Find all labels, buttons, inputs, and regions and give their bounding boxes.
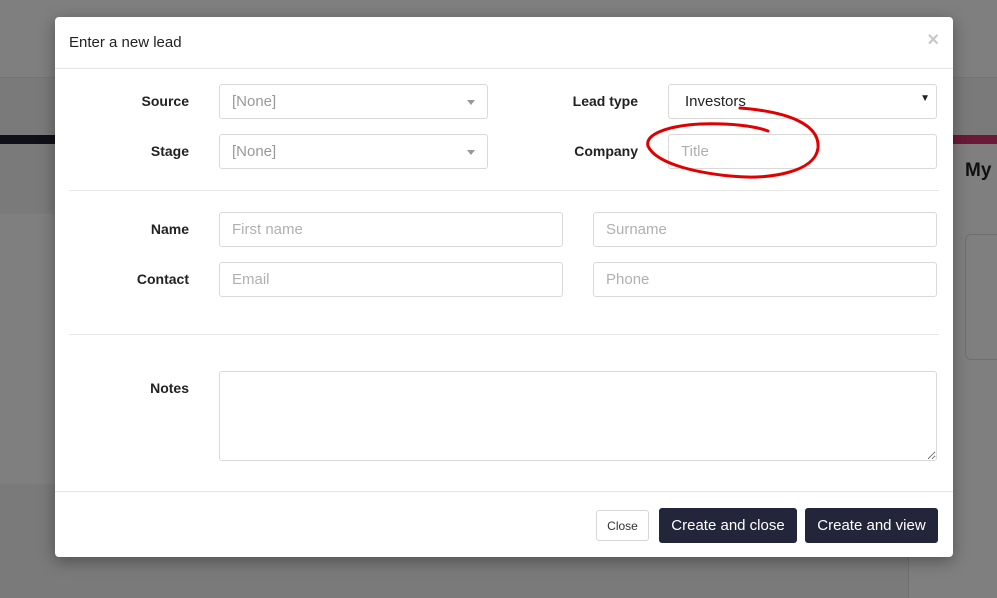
create-and-view-button[interactable]: Create and view xyxy=(805,508,938,543)
lead-type-select[interactable]: Investors ▼ xyxy=(668,84,937,119)
surname-input[interactable] xyxy=(593,212,937,247)
source-label: Source xyxy=(141,93,189,109)
source-select[interactable]: [None] xyxy=(219,84,488,119)
lead-type-label: Lead type xyxy=(572,93,638,109)
chevron-down-icon xyxy=(467,100,475,105)
company-label: Company xyxy=(574,143,638,159)
company-title-input[interactable] xyxy=(668,134,937,169)
section-divider xyxy=(69,190,939,191)
notes-textarea[interactable] xyxy=(219,371,937,461)
create-and-close-button[interactable]: Create and close xyxy=(659,508,797,543)
new-lead-modal: Enter a new lead × Source [None] Lead ty… xyxy=(55,17,953,557)
section-divider xyxy=(69,334,939,335)
stage-select-value: [None] xyxy=(232,143,277,160)
modal-footer: Close Create and close Create and view xyxy=(55,491,953,557)
chevron-down-icon: ▼ xyxy=(920,93,930,104)
close-icon[interactable]: × xyxy=(927,30,939,50)
lead-type-select-value: Investors xyxy=(685,93,746,110)
close-button[interactable]: Close xyxy=(596,510,649,541)
modal-header: Enter a new lead × xyxy=(55,17,953,69)
stage-label: Stage xyxy=(150,143,189,159)
phone-input[interactable] xyxy=(593,262,937,297)
modal-title: Enter a new lead xyxy=(69,34,182,51)
contact-label: Contact xyxy=(136,271,189,287)
notes-label: Notes xyxy=(150,380,189,396)
stage-select[interactable]: [None] xyxy=(219,134,488,169)
name-label: Name xyxy=(150,221,189,237)
first-name-input[interactable] xyxy=(219,212,563,247)
chevron-down-icon xyxy=(467,150,475,155)
email-input[interactable] xyxy=(219,262,563,297)
source-select-value: [None] xyxy=(232,93,277,110)
